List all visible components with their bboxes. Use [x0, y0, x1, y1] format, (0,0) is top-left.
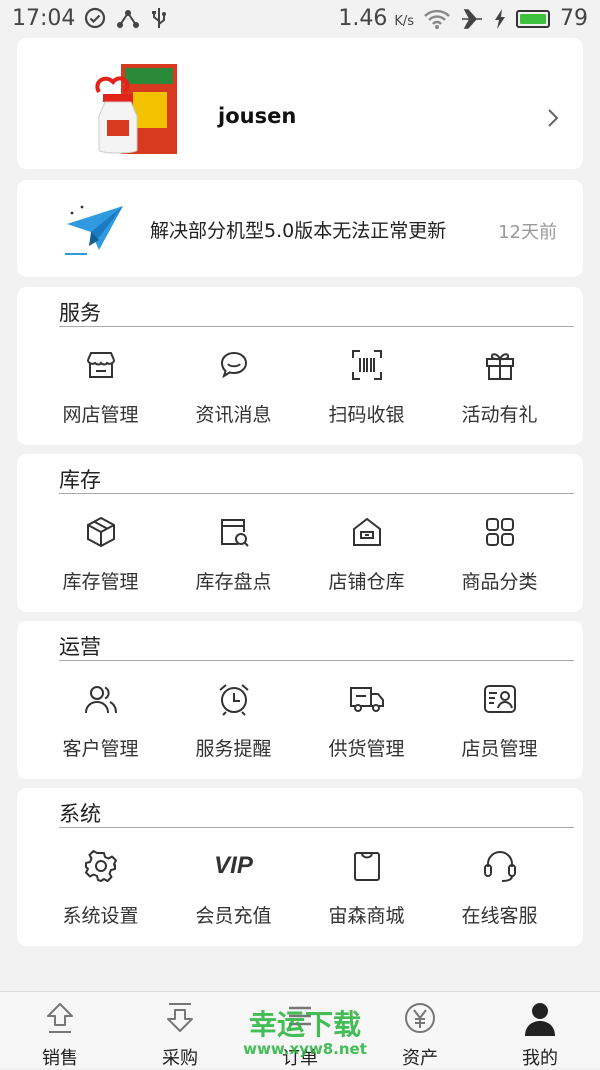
menu-item-label: 在线客服: [461, 905, 538, 927]
menu-item-label: 网店管理: [62, 404, 139, 426]
username: jousen: [218, 104, 297, 128]
status-bar: 17:04 1.46 K/s 79: [0, 0, 600, 38]
gift-icon: [485, 353, 514, 380]
vip-icon: VIP: [214, 852, 253, 879]
grid-icon: [485, 518, 514, 546]
airplane-icon: [462, 8, 482, 29]
check-circle-icon: [84, 7, 106, 29]
menu-item-label: 会员充值: [195, 905, 272, 927]
menu-item-online-store[interactable]: 网店管理: [34, 347, 167, 427]
tab-label: 我的: [522, 1048, 558, 1069]
menu-item-messages[interactable]: 资讯消息: [167, 347, 300, 427]
battery-icon: [516, 9, 550, 28]
watermark-text: 幸运下载: [248, 1008, 361, 1041]
menu-item-label: 店铺仓库: [328, 571, 405, 593]
menu-item-label: 活动有礼: [461, 404, 538, 426]
menu-item-label: 客户管理: [62, 738, 139, 760]
menu-item-label: 扫码收银: [328, 404, 405, 426]
paper-plane-icon: [65, 205, 123, 255]
section-divider: [59, 827, 574, 828]
menu-item-customers[interactable]: 客户管理: [34, 681, 167, 761]
wifi-icon: [424, 9, 450, 29]
menu-item-customer-service[interactable]: 在线客服: [433, 848, 566, 928]
section-divider: [59, 326, 574, 327]
status-right: 1.46 K/s 79: [338, 6, 588, 31]
gear-icon: [84, 850, 117, 882]
section-system: 系统 系统设置 VIP 会员充值 宙森商城 在线客服: [17, 788, 583, 946]
menu-item-promotions[interactable]: 活动有礼: [433, 347, 566, 427]
menu-item-mall[interactable]: 宙森商城: [300, 848, 433, 928]
storefront-icon: [86, 352, 115, 378]
news-card[interactable]: 解决部分机型5.0版本无法正常更新 12天前: [17, 180, 583, 277]
person-icon: [525, 1003, 555, 1036]
section-service: 服务 网店管理 资讯消息 扫码收银 活动有礼: [17, 287, 583, 445]
menu-item-label: 供货管理: [328, 738, 405, 760]
tab-me[interactable]: 我的: [480, 992, 600, 1069]
menu-item-label: 资讯消息: [195, 404, 272, 426]
menu-item-store-warehouse[interactable]: 店铺仓库: [300, 514, 433, 594]
yen-icon: [405, 1003, 435, 1033]
share-nodes-icon: [117, 10, 139, 28]
battery-level: 79: [560, 6, 588, 31]
barcode-scan-icon: [351, 350, 382, 380]
news-time: 12天前: [498, 222, 557, 243]
section-operations: 运营 客户管理 服务提醒 供货管理 店员管理: [17, 621, 583, 779]
status-time: 17:04: [12, 6, 76, 31]
menu-item-label: 服务提醒: [195, 738, 272, 760]
menu-item-staff[interactable]: 店员管理: [433, 681, 566, 761]
shopping-bag-icon: [353, 852, 380, 881]
menu-item-label: 库存盘点: [195, 571, 272, 593]
menu-item-service-reminder[interactable]: 服务提醒: [167, 681, 300, 761]
section-divider: [59, 493, 574, 494]
menu-item-stocktake[interactable]: 库存盘点: [167, 514, 300, 594]
inventory-search-icon: [220, 519, 249, 547]
net-speed: 1.46 K/s: [338, 6, 414, 31]
charging-icon: [495, 8, 505, 29]
alarm-clock-icon: [218, 684, 249, 716]
tab-sales[interactable]: 销售: [0, 992, 120, 1069]
chat-bubble-icon: [220, 351, 247, 379]
watermark-url: www.xyw8.net: [243, 1040, 367, 1058]
upload-arrow-icon: [47, 1003, 73, 1033]
menu-item-member-recharge[interactable]: VIP 会员充值: [167, 848, 300, 928]
news-title: 解决部分机型5.0版本无法正常更新: [150, 220, 447, 242]
delivery-truck-icon: [349, 687, 384, 712]
tab-label: 销售: [42, 1048, 78, 1069]
menu-item-label: 库存管理: [62, 571, 139, 593]
menu-item-label: 店员管理: [461, 738, 538, 760]
box-icon: [86, 516, 115, 548]
menu-item-label: 商品分类: [461, 571, 538, 593]
section-divider: [59, 660, 574, 661]
headset-icon: [483, 851, 516, 882]
section-title: 运营: [59, 635, 101, 659]
profile-card[interactable]: jousen: [17, 38, 583, 169]
chevron-right-icon[interactable]: [547, 108, 559, 128]
battery-fill: [520, 13, 546, 24]
staff-card-icon: [483, 685, 516, 713]
section-title: 库存: [59, 468, 101, 492]
menu-item-label: 宙森商城: [328, 905, 405, 927]
section-title: 服务: [59, 301, 101, 325]
menu-item-categories[interactable]: 商品分类: [433, 514, 566, 594]
menu-item-supply[interactable]: 供货管理: [300, 681, 433, 761]
menu-item-settings[interactable]: 系统设置: [34, 848, 167, 928]
status-left-icons: [84, 7, 168, 29]
section-inventory: 库存 库存管理 库存盘点 店铺仓库 商品分类: [17, 454, 583, 612]
menu-item-label: 系统设置: [62, 905, 139, 927]
avatar: [95, 64, 177, 154]
usb-icon: [152, 8, 166, 28]
warehouse-icon: [352, 517, 381, 546]
menu-item-inventory-management[interactable]: 库存管理: [34, 514, 167, 594]
users-icon: [84, 686, 117, 714]
section-title: 系统: [59, 802, 101, 826]
download-arrow-icon: [167, 1003, 193, 1032]
menu-item-scan-checkout[interactable]: 扫码收银: [300, 347, 433, 427]
